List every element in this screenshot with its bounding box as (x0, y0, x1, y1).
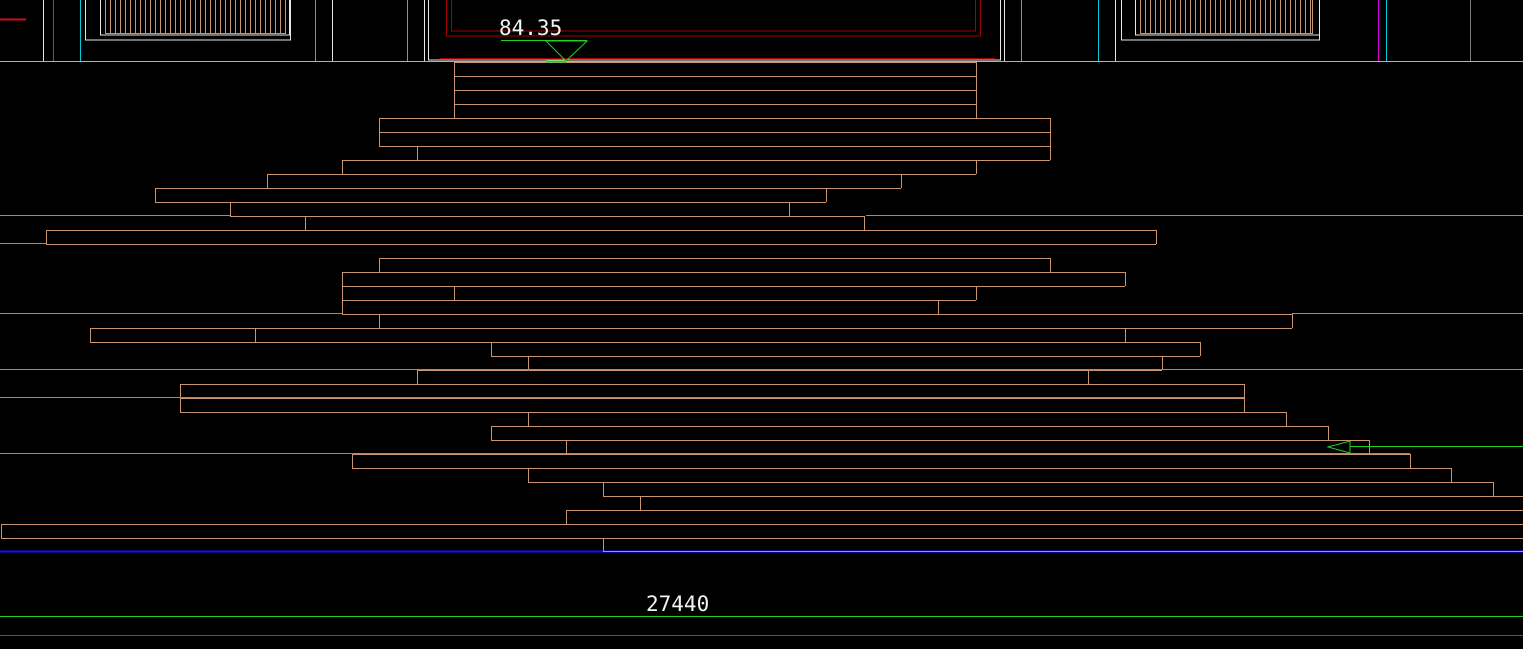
elevation-label: 84.35 (499, 16, 563, 40)
stepped-stone-courses (0, 62, 1523, 552)
cad-drawing (0, 0, 1523, 636)
ground-lines (0, 550, 1523, 636)
building-elevation-band (0, 0, 1523, 62)
window-frame-inner (1135, 0, 1320, 36)
dimension-label: 27440 (646, 592, 710, 616)
louvre-grille (1140, 0, 1313, 34)
arrow-left-icon (1326, 440, 1351, 454)
annotation-markers (501, 40, 1523, 454)
